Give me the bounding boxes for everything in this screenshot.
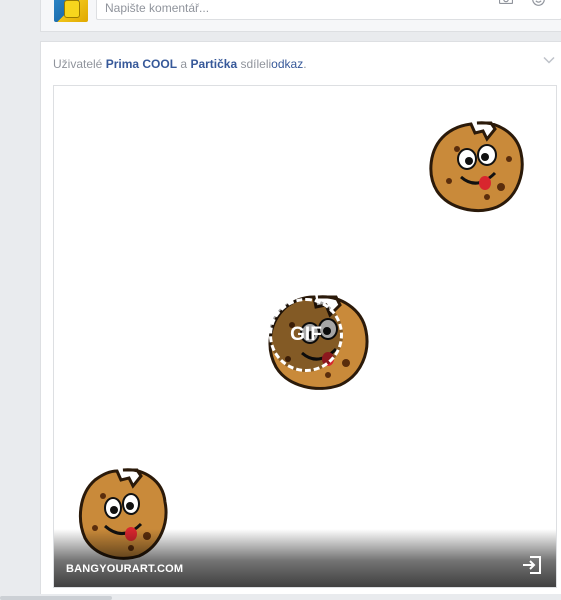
camera-icon[interactable]: [499, 0, 513, 4]
comment-composer: Napište komentář...: [40, 0, 561, 32]
gif-media[interactable]: GIF BANGYOURART.COM: [53, 85, 557, 588]
chevron-down-icon[interactable]: [543, 56, 555, 64]
smile-icon[interactable]: [532, 0, 545, 6]
share-attribution: Uživatelé Prima COOL a Partička sdílelio…: [53, 57, 307, 71]
share-conjunction: a: [180, 57, 188, 71]
user-link-particka[interactable]: Partička: [190, 57, 237, 71]
share-prefix: Uživatelé: [53, 57, 103, 71]
open-link-icon[interactable]: [521, 554, 543, 576]
cookie-image: [429, 121, 524, 212]
share-period: .: [303, 57, 307, 71]
user-link-prima-cool[interactable]: Prima COOL: [106, 57, 177, 71]
shared-link[interactable]: odkaz: [271, 57, 303, 71]
media-caption-bar: BANGYOURART.COM: [54, 529, 556, 587]
gif-play-badge[interactable]: GIF: [269, 298, 343, 372]
avatar[interactable]: [54, 0, 88, 22]
gif-label: GIF: [290, 324, 322, 345]
share-verb: sdíleli: [240, 57, 272, 71]
source-domain[interactable]: BANGYOURART.COM: [66, 563, 183, 575]
shared-post-card: Uživatelé Prima COOL a Partička sdílelio…: [40, 41, 561, 600]
comment-input[interactable]: Napište komentář...: [96, 0, 561, 20]
comment-placeholder: Napište komentář...: [105, 1, 210, 15]
horizontal-scrollbar[interactable]: [0, 596, 112, 600]
